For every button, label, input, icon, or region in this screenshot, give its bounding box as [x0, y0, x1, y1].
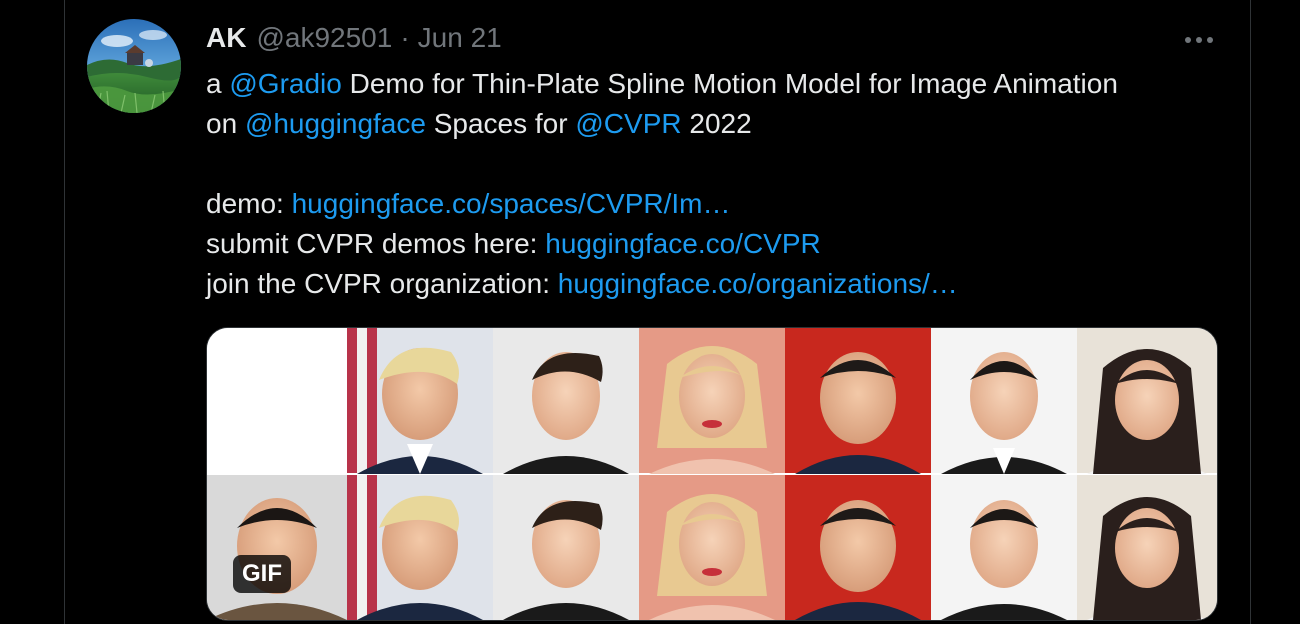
mention-cvpr[interactable]: @CVPR — [575, 108, 681, 139]
tweet-header: AK @ak92501 · Jun 21 — [206, 22, 502, 58]
text-line-2: on @huggingface Spaces for @CVPR 2022 — [206, 104, 1236, 144]
timeline-border-right — [1250, 0, 1251, 624]
text-word: on — [206, 108, 238, 139]
text-line-1: a @Gradio Demo for Thin-Plate Spline Mot… — [206, 64, 1236, 104]
text-line-submit: submit CVPR demos here: huggingface.co/C… — [206, 224, 1236, 264]
header-separator: · — [400, 22, 410, 53]
mention-gradio[interactable]: @Gradio — [229, 68, 341, 99]
tweet-media-gif[interactable]: GIF — [206, 327, 1218, 621]
text-line-join: join the CVPR organization: huggingface.… — [206, 264, 1236, 304]
text-fragment: Demo for Thin-Plate Spline Motion Model … — [349, 68, 1118, 99]
join-link[interactable]: huggingface.co/organizations/… — [558, 268, 958, 299]
avatar[interactable] — [87, 19, 181, 113]
display-name[interactable]: AK — [206, 22, 246, 54]
join-label: join the CVPR organization: — [206, 268, 550, 299]
demo-label: demo: — [206, 188, 284, 219]
submit-label: submit CVPR demos here: — [206, 228, 538, 259]
user-handle[interactable]: @ak92501 — [256, 22, 392, 54]
mention-huggingface[interactable]: @huggingface — [245, 108, 426, 139]
text-line-demo: demo: huggingface.co/spaces/CVPR/Im… — [206, 184, 1236, 224]
tweet-text: a @Gradio Demo for Thin-Plate Spline Mot… — [206, 64, 1236, 304]
submit-link[interactable]: huggingface.co/CVPR — [545, 228, 821, 259]
text-blank-line — [206, 144, 1236, 184]
gif-badge: GIF — [233, 555, 291, 593]
tweet-date[interactable]: Jun 21 — [418, 22, 502, 54]
text-fragment: 2022 — [689, 108, 752, 139]
text-fragment: Spaces for — [433, 108, 568, 139]
tweet-page: AK @ak92501 · Jun 21 a @Gradio Demo for … — [0, 0, 1300, 624]
avatar-image — [87, 19, 181, 113]
demo-link[interactable]: huggingface.co/spaces/CVPR/Im… — [292, 188, 731, 219]
more-button[interactable] — [1178, 26, 1220, 54]
text-word: a — [206, 68, 222, 99]
gif-frame-image — [207, 328, 1217, 620]
more-horizontal-icon — [1185, 37, 1213, 43]
timeline-border-left — [64, 0, 65, 624]
